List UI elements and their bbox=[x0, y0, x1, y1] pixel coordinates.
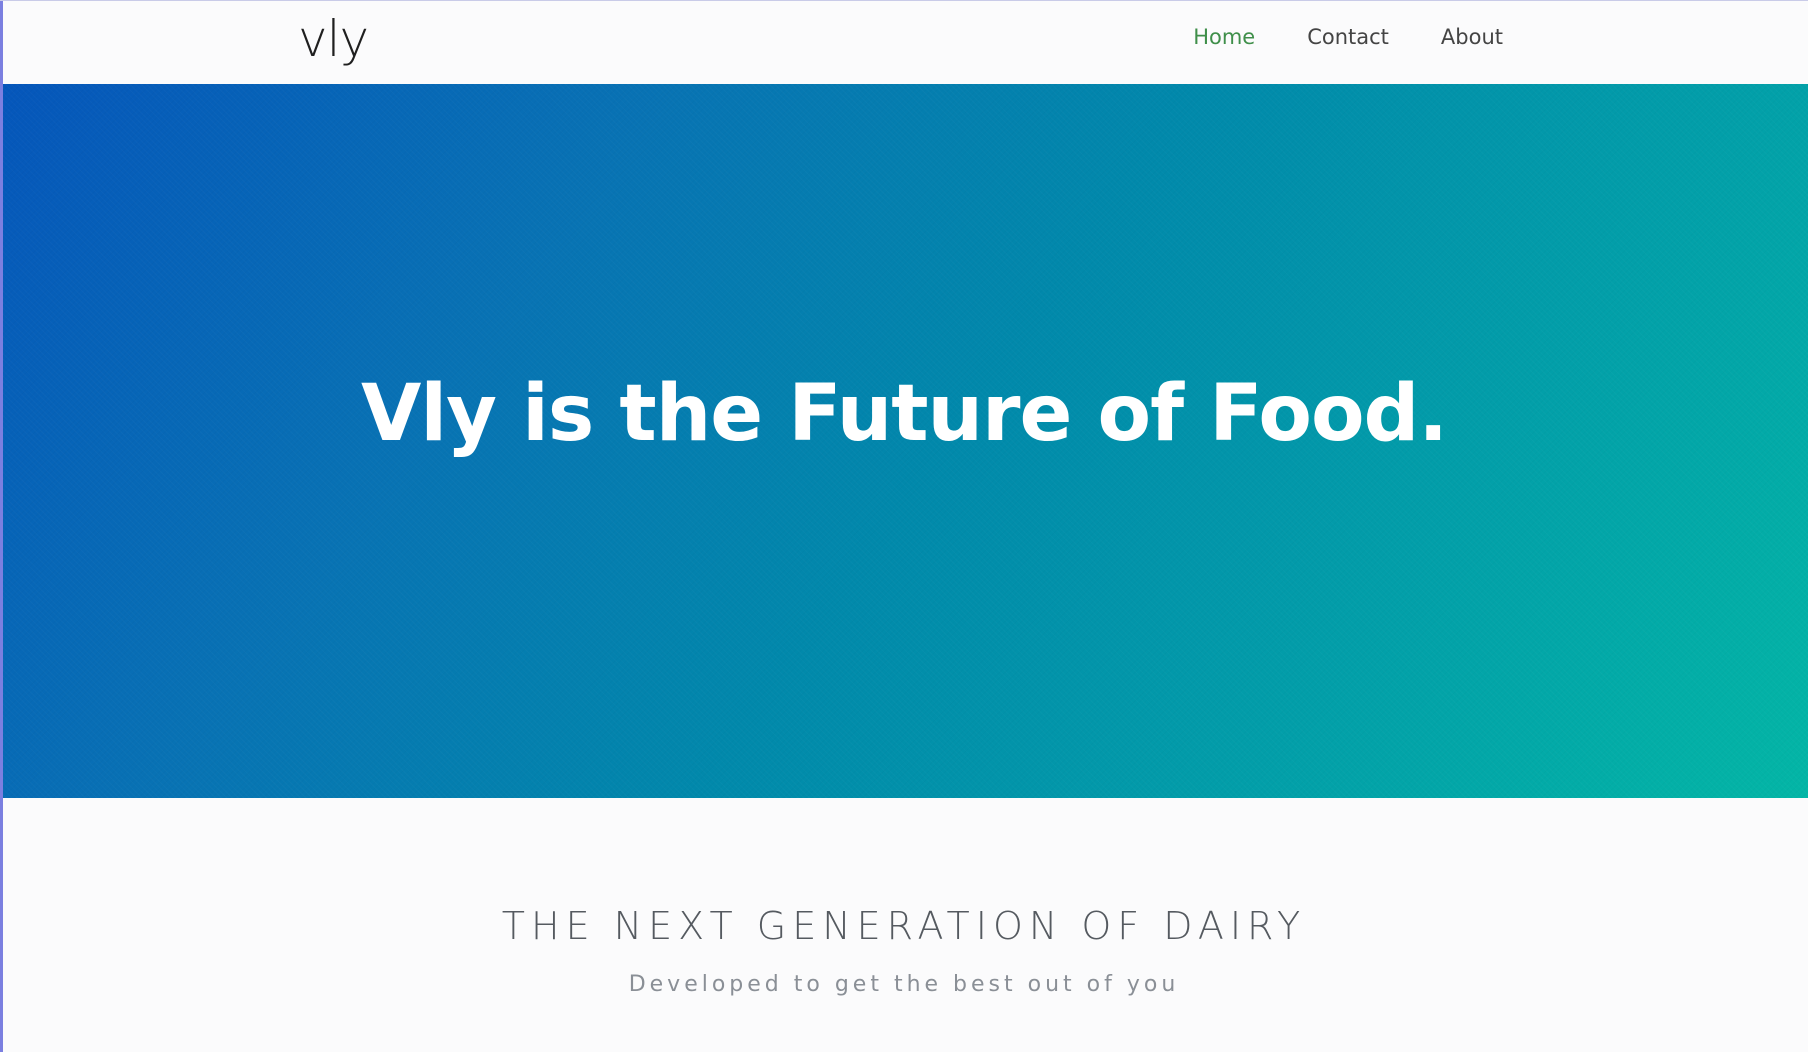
nav-link-contact[interactable]: Contact bbox=[1307, 22, 1389, 52]
intro-section: THE NEXT GENERATION OF DAIRY Developed t… bbox=[0, 798, 1808, 1052]
hero-banner: Vly is the Future of Food. bbox=[0, 84, 1808, 798]
site-header: vly Home Contact About bbox=[0, 0, 1808, 84]
section-title: THE NEXT GENERATION OF DAIRY bbox=[501, 904, 1307, 948]
nav-link-home[interactable]: Home bbox=[1193, 22, 1255, 52]
nav-link-about[interactable]: About bbox=[1441, 22, 1503, 52]
window-top-edge bbox=[0, 0, 1808, 1]
window-edge bbox=[0, 0, 3, 1052]
section-subtitle: Developed to get the best out of you bbox=[628, 972, 1180, 997]
hero-title: Vly is the Future of Food. bbox=[361, 369, 1448, 459]
site-logo[interactable]: vly bbox=[298, 6, 369, 72]
main-nav: Home Contact About bbox=[1141, 22, 1503, 52]
page: vly Home Contact About Vly is the Future… bbox=[0, 0, 1808, 1052]
